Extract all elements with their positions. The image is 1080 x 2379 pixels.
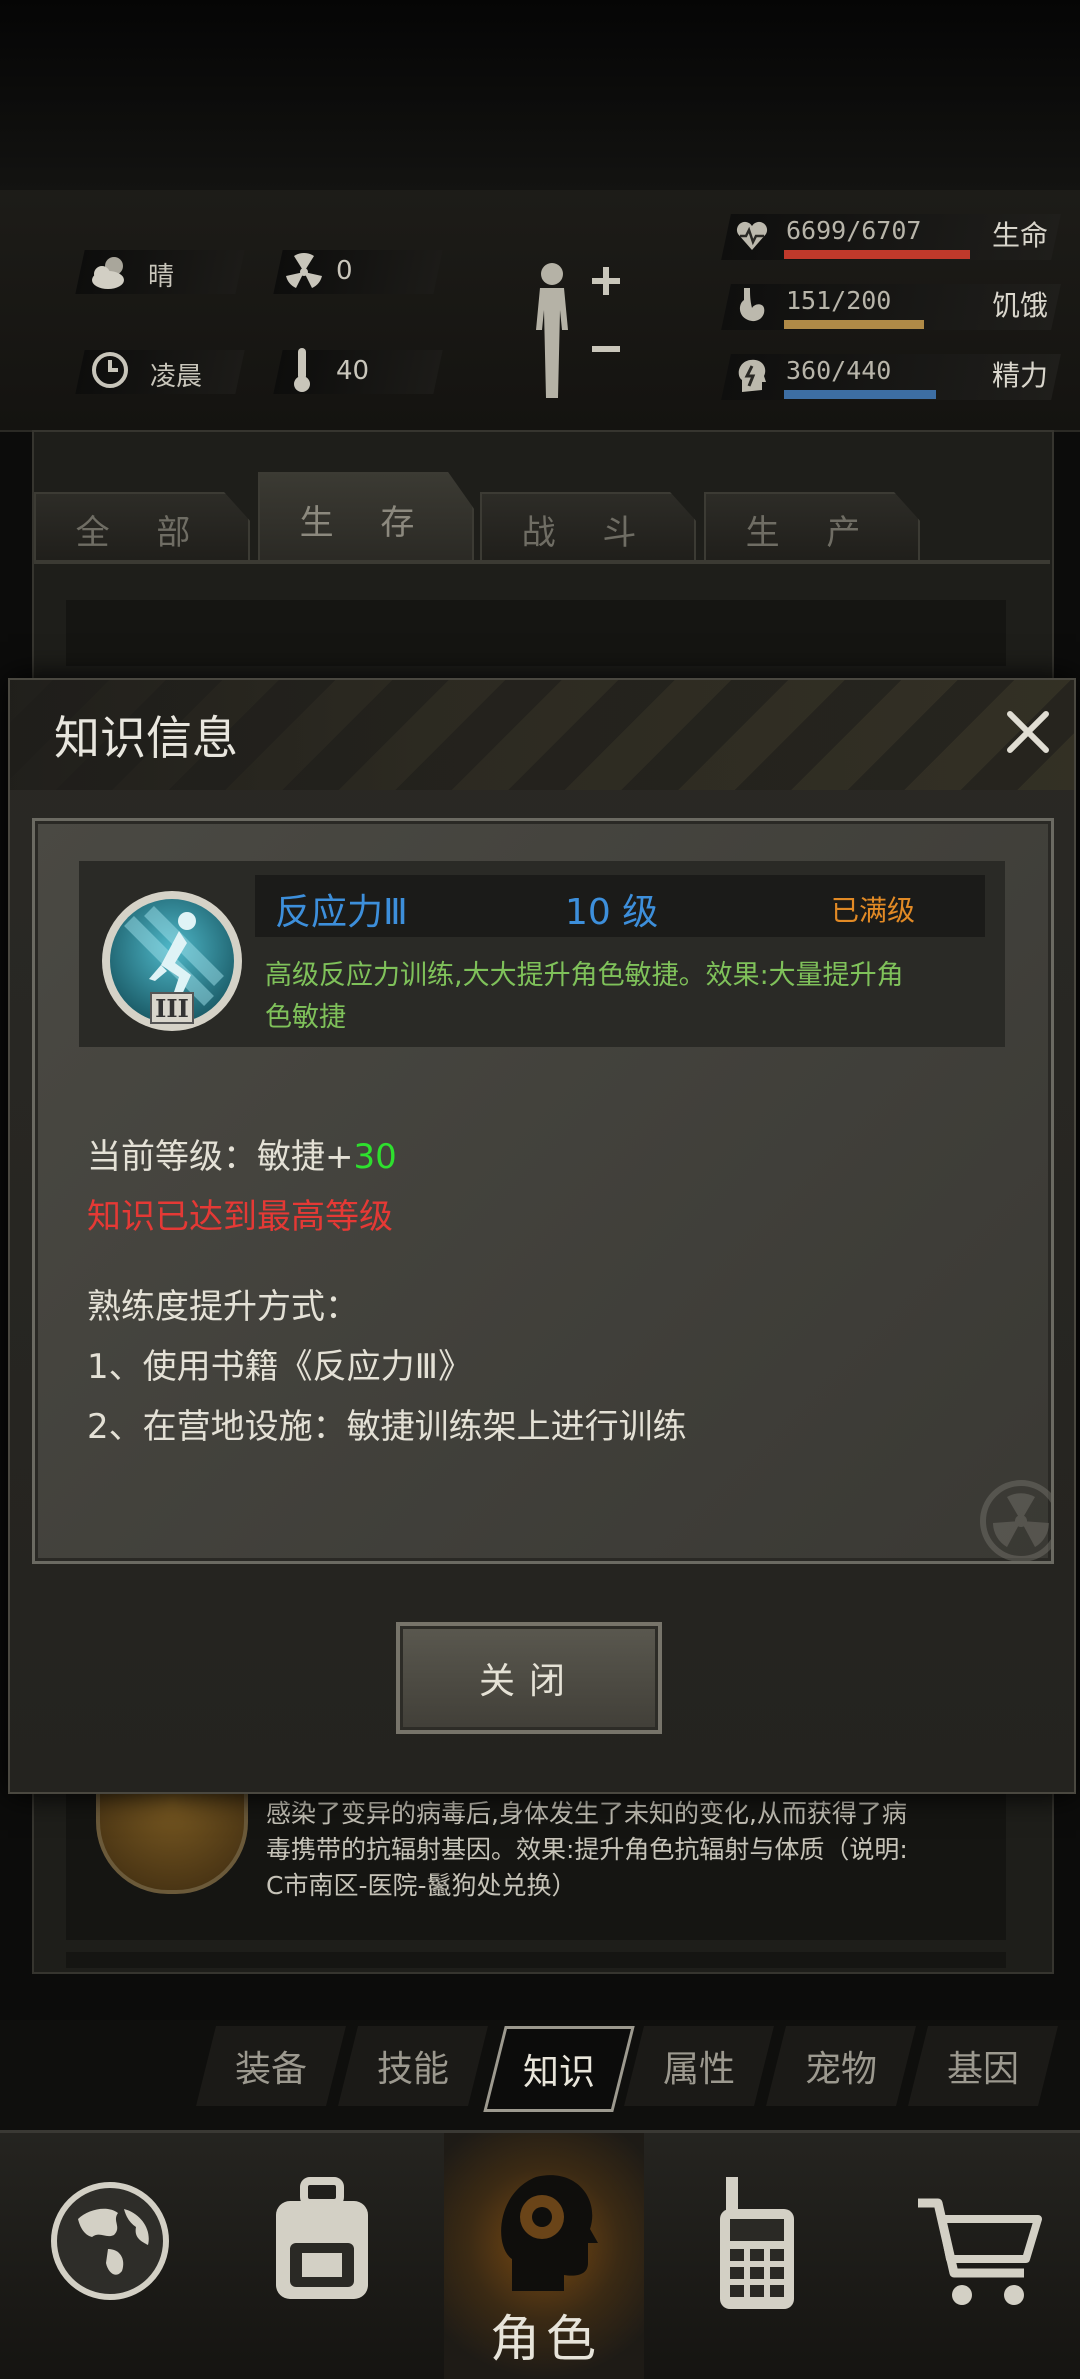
nav-character-tab[interactable]: 角色 [444, 2133, 644, 2379]
heart-icon [734, 218, 770, 254]
tab-combat-label: 战 斗 [521, 512, 655, 553]
subtab-equipment[interactable]: 装备 [196, 2026, 346, 2106]
tab-survival[interactable]: 生 存 [258, 472, 474, 564]
temperature-value: 40 [336, 356, 370, 386]
tab-survival-label: 生 存 [299, 502, 433, 543]
svg-text:III: III [155, 994, 189, 1023]
hunger-label: 饥饿 [992, 289, 1049, 322]
max-level-notice: 知识已达到最高等级 [87, 1197, 393, 1237]
radiation-watermark-icon [971, 1461, 1062, 1562]
dna-icon [96, 1780, 248, 1894]
subtab-genes-label: 基因 [946, 2049, 1019, 2090]
subtab-skills[interactable]: 技能 [338, 2026, 488, 2106]
subtab-attributes[interactable]: 属性 [624, 2026, 774, 2106]
method-title: 熟练度提升方式： [87, 1287, 359, 1327]
gene-desc-line3: C市南区-医院-鬣狗处兑换） [266, 1871, 577, 1900]
energy-value: 360/440 [786, 356, 892, 385]
shopping-cart-icon[interactable] [914, 2193, 1044, 2313]
subtab-attributes-label: 属性 [662, 2049, 735, 2090]
subtab-knowledge[interactable]: 知识 [483, 2026, 635, 2112]
cloud-sun-icon [88, 252, 132, 292]
health-bar-fill [784, 250, 970, 259]
subtab-skills-label: 技能 [376, 2049, 449, 2090]
tab-underline [34, 560, 1050, 564]
skill-name: 反应力Ⅲ [275, 892, 408, 933]
close-button[interactable]: 关闭 [396, 1622, 662, 1734]
tab-combat[interactable]: 战 斗 [480, 492, 696, 564]
thermometer-icon [290, 346, 314, 394]
tab-all[interactable]: 全 部 [34, 492, 250, 564]
subtab-pets[interactable]: 宠物 [766, 2026, 916, 2106]
current-level-label: 当前等级：敏捷+ [87, 1137, 354, 1177]
subtab-pets-label: 宠物 [804, 2049, 877, 2090]
subtab-genes[interactable]: 基因 [908, 2026, 1058, 2106]
list-scroll-end [66, 1952, 1006, 1968]
tab-production[interactable]: 生 产 [704, 492, 920, 564]
clock-icon [90, 350, 130, 390]
hunger-value: 151/200 [786, 286, 892, 315]
current-level: 当前等级：敏捷+30 [87, 1129, 397, 1178]
method-1: 1、使用书籍《反应力Ⅲ》 [87, 1347, 473, 1387]
tab-all-label: 全 部 [75, 512, 209, 553]
character-status-header: 晴 0 凌晨 40 6699/6707 生命 151/200 饥饿 360/44… [0, 190, 1080, 432]
list-item-top[interactable] [66, 600, 1006, 666]
skill-card: III 反应力Ⅲ 10 级 已满级 高级反应力训练,大大提升角色敏捷。效果:大量… [79, 861, 1005, 1047]
subtab-equipment-label: 装备 [234, 2049, 307, 2090]
dialog-title: 知识信息 [54, 711, 238, 765]
skill-status: 已满级 [831, 894, 916, 927]
health-label: 生命 [992, 219, 1049, 252]
skill-desc-line1: 高级反应力训练,大大提升角色敏捷。效果:大量提升角 [265, 960, 904, 991]
method-2: 2、在营地设施：敏捷训练架上进行训练 [87, 1407, 687, 1447]
gene-desc-line2: 毒携带的抗辐射基因。效果:提升角色抗辐射与体质（说明: [266, 1835, 908, 1864]
reflex-skill-icon: III [99, 881, 245, 1047]
hunger-bar-fill [784, 320, 924, 329]
knowledge-info-dialog: 知识信息 III 反应力Ⅲ 10 级 已满级 高级反应力训练,大大提升角色敏捷。… [8, 678, 1076, 1794]
gene-desc-line1: 感染了变异的病毒后,身体发生了未知的变化,从而获得了病 [266, 1799, 907, 1828]
stomach-icon [734, 286, 770, 326]
radiation-icon [284, 252, 324, 292]
weather-text: 晴 [148, 262, 175, 292]
skill-level: 10 级 [565, 892, 659, 933]
radiation-value: 0 [336, 256, 353, 286]
close-button-label: 关闭 [478, 1661, 579, 1702]
head-gear-icon [490, 2163, 600, 2293]
body-status-icon[interactable] [522, 260, 622, 400]
radio-icon[interactable] [712, 2173, 802, 2313]
bottom-navigation: 角色 [0, 2130, 1080, 2379]
energy-label: 精力 [992, 359, 1049, 392]
time-text: 凌晨 [150, 362, 203, 392]
health-value: 6699/6707 [786, 216, 922, 245]
tab-production-label: 生 产 [745, 512, 879, 553]
energy-bar-fill [784, 390, 936, 399]
nav-character-label: 角色 [490, 2310, 602, 2368]
skill-desc-line2: 色敏捷 [265, 1002, 346, 1033]
dialog-content-frame: III 反应力Ⅲ 10 级 已满级 高级反应力训练,大大提升角色敏捷。效果:大量… [32, 818, 1062, 1564]
system-status-bar [0, 0, 1080, 190]
list-item-gene[interactable]: 感染了变异的病毒后,身体发生了未知的变化,从而获得了病 毒携带的抗辐射基因。效果… [66, 1780, 1006, 1940]
backpack-icon[interactable] [262, 2177, 382, 2307]
energy-head-icon [734, 356, 770, 396]
world-map-icon[interactable] [48, 2179, 172, 2303]
close-icon[interactable] [1000, 704, 1056, 760]
subtab-knowledge-label: 知识 [522, 2052, 595, 2093]
current-level-value: 30 [353, 1137, 397, 1177]
